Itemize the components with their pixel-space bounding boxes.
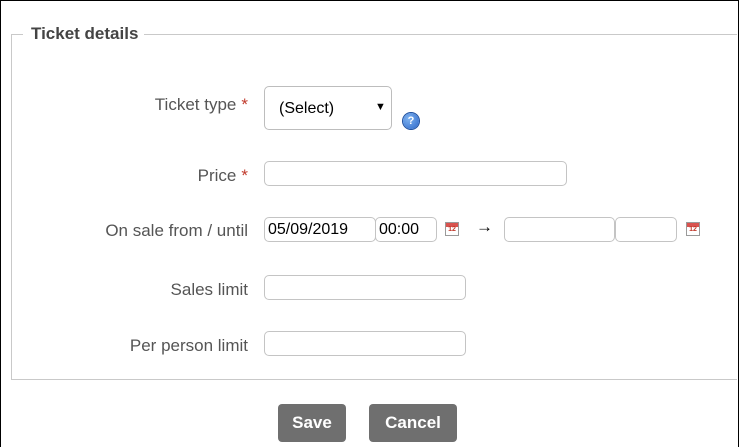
fieldset-legend: Ticket details [23,21,145,47]
on-sale-until-time-input[interactable] [615,217,677,242]
calendar-icon[interactable]: 12 [686,222,700,236]
arrow-right-icon: → [476,217,493,236]
ticket-type-selected-value: (Select) [279,100,335,117]
required-marker: * [241,95,248,114]
price-label-text: Price [197,166,237,185]
sales-limit-input[interactable] [264,275,466,300]
sales-limit-label: Sales limit [170,280,248,299]
on-sale-until-date-input[interactable] [504,217,615,242]
help-icon[interactable]: ? [403,113,419,129]
required-marker: * [241,166,248,185]
ticket-type-label-text: Ticket type [154,95,237,114]
price-label: Price * [198,166,248,186]
calendar-icon-glyph: 12 [689,226,697,233]
ticket-form-panel: Ticket details Ticket type * (Select) ▼ ?… [0,0,739,447]
on-sale-label: On sale from / until [105,221,248,240]
on-sale-from-date-input[interactable]: 05/09/2019 [264,217,376,242]
per-person-limit-input[interactable] [264,331,466,356]
cancel-button[interactable]: Cancel [369,404,457,442]
price-input[interactable] [264,161,567,186]
calendar-icon-glyph: 12 [448,226,456,233]
on-sale-from-time-input[interactable]: 00:00 [375,217,437,242]
per-person-limit-label: Per person limit [129,336,248,355]
save-button[interactable]: Save [278,404,346,442]
ticket-type-select[interactable]: (Select) ▼ [264,86,392,130]
calendar-icon[interactable]: 12 [445,222,459,236]
ticket-type-label: Ticket type * [155,95,248,115]
chevron-down-icon: ▼ [375,101,386,113]
